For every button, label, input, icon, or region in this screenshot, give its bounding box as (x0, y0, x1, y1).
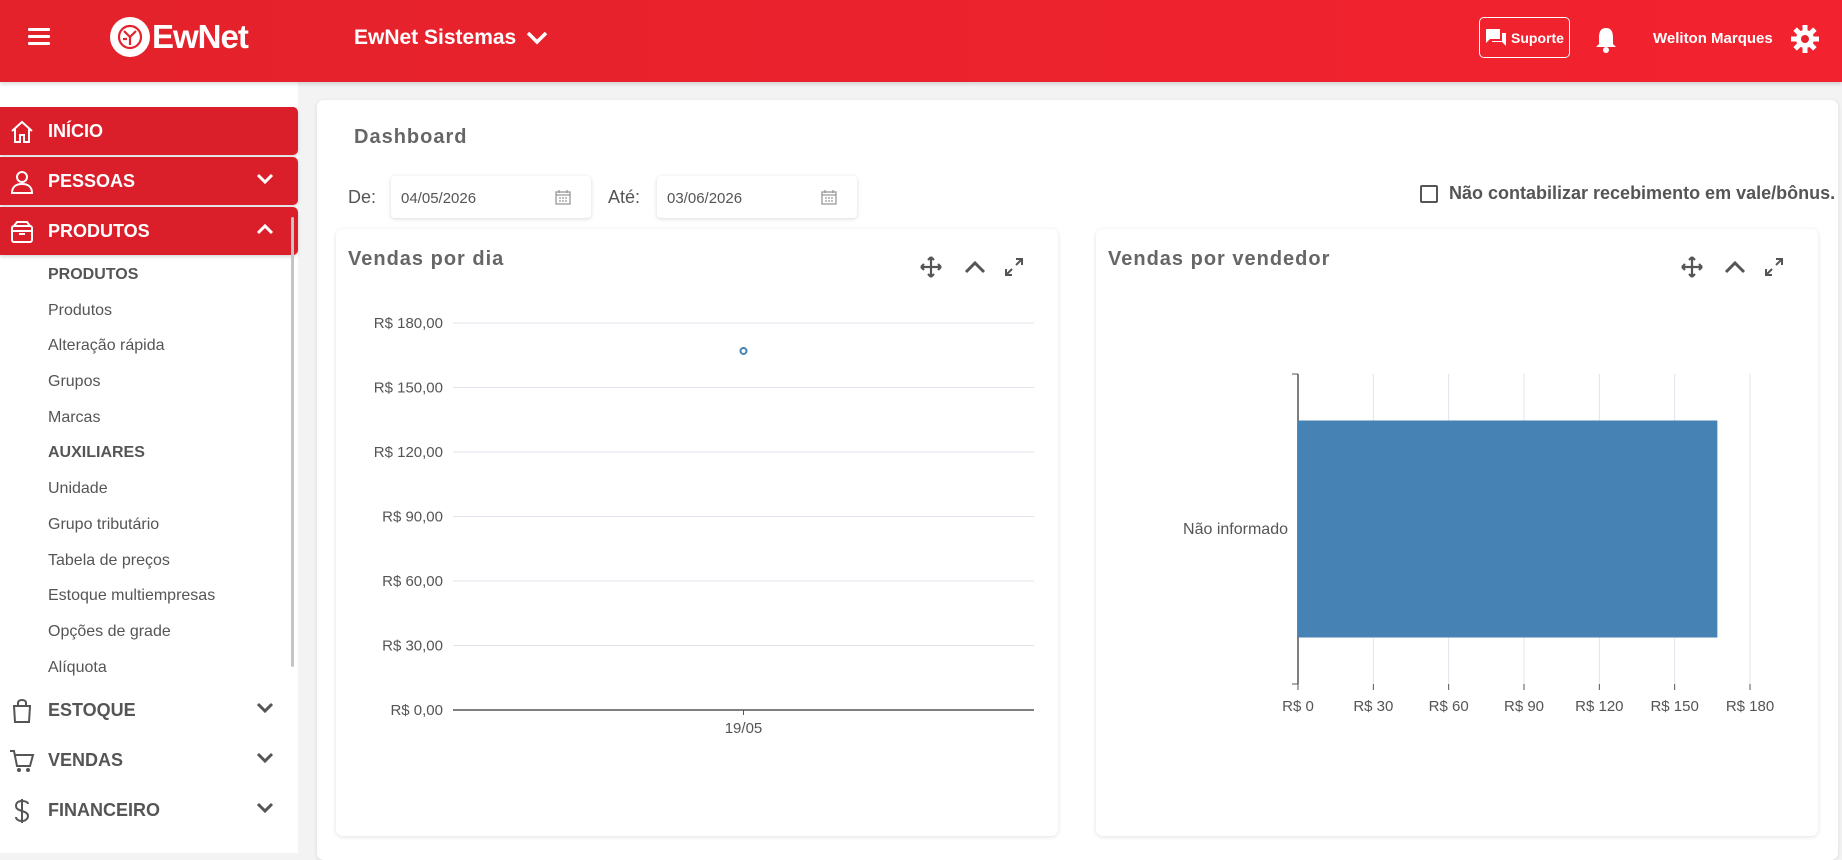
sidebar-subitem-grupo-tributario[interactable]: Grupo tributário (48, 516, 159, 534)
calendar-icon[interactable] (555, 189, 571, 205)
vale-bonus-label[interactable]: Não contabilizar recebimento em vale/bôn… (1449, 183, 1835, 204)
chevron-down-icon (527, 31, 548, 45)
bell-icon[interactable] (1594, 26, 1618, 59)
sidebar-label: VENDAS (48, 749, 124, 770)
calendar-icon[interactable] (821, 189, 837, 205)
logo-text: EwNet (152, 18, 249, 55)
sidebar-subitem-produtos[interactable]: Produtos (48, 302, 112, 320)
chevron-up-icon (256, 223, 274, 235)
home-icon (11, 120, 33, 143)
sidebar-item-produtos[interactable]: PRODUTOS (0, 207, 298, 255)
y-tick-label: Não informado (1183, 521, 1288, 538)
x-tick-label: R$ 150 (1650, 698, 1698, 715)
sidebar-label: ESTOQUE (48, 699, 136, 720)
sidebar-subitem-opcoes-de-grade[interactable]: Opções de grade (48, 623, 171, 641)
sidebar-subitem-alteracao-rapida[interactable]: Alteração rápida (48, 337, 165, 355)
sidebar-item-pessoas[interactable]: PESSOAS (0, 157, 298, 205)
chat-icon (1486, 28, 1507, 46)
date-to-value: 03/06/2026 (667, 190, 743, 207)
x-tick-label: R$ 90 (1504, 698, 1544, 715)
sidebar-subitem-tabela-de-precos[interactable]: Tabela de preços (48, 552, 170, 570)
sidebar-subitem-unidade[interactable]: Unidade (48, 480, 108, 498)
sidebar-label: PRODUTOS (48, 220, 150, 241)
y-tick-label: R$ 0,00 (390, 702, 443, 719)
y-tick-label: R$ 180,00 (374, 315, 443, 332)
company-selector[interactable]: EwNet Sistemas (354, 26, 548, 50)
person-icon (10, 171, 34, 194)
menu-icon[interactable] (28, 28, 50, 46)
box-icon (11, 221, 33, 243)
sidebar-subitem-estoque-multiempresas[interactable]: Estoque multiempresas (48, 587, 215, 605)
cart-icon (10, 750, 35, 772)
logo-mark-icon (110, 17, 150, 57)
x-tick-label: R$ 180 (1726, 698, 1774, 715)
sidebar-subitem-marcas[interactable]: Marcas (48, 409, 100, 427)
sidebar-subitem-aliquota[interactable]: Alíquota (48, 659, 107, 677)
support-label: Suporte (1511, 29, 1564, 46)
seller-sales-chart: R$ 0 R$ 30 R$ 60 R$ 90 R$ 120 R$ 150 R$ 180 Não… (1183, 373, 1774, 715)
y-tick-label: R$ 90,00 (382, 509, 443, 526)
page-title: Dashboard (354, 126, 468, 148)
bar (1298, 420, 1718, 638)
sidebar-item-inicio[interactable]: INÍCIO (0, 107, 298, 155)
expand-icon[interactable] (1004, 257, 1024, 277)
move-icon[interactable] (920, 256, 942, 278)
chevron-down-icon (256, 802, 274, 814)
expand-icon[interactable] (1764, 257, 1784, 277)
x-tick-label: R$ 60 (1429, 698, 1469, 715)
collapse-icon[interactable] (1724, 260, 1746, 274)
sidebar-item-financeiro[interactable]: FINANCEIRO (0, 786, 298, 834)
y-tick-label: R$ 150,00 (374, 380, 443, 397)
to-label: Até: (608, 187, 641, 207)
company-name: EwNet Sistemas (354, 26, 517, 49)
x-tick-label: R$ 120 (1575, 698, 1623, 715)
date-to-input[interactable]: 03/06/2026 (657, 176, 857, 218)
sidebar-item-vendas[interactable]: VENDAS (0, 736, 298, 784)
collapse-icon[interactable] (964, 260, 986, 274)
seller-sales-title: Vendas por vendedor (1108, 248, 1331, 270)
daily-sales-chart: R$ 0,00 R$ 30,00 R$ 60,00 R$ 90,00 R$ 120,00… (374, 315, 1034, 737)
from-label: De: (348, 187, 377, 207)
dollar-icon (14, 799, 30, 823)
y-tick-label: R$ 60,00 (382, 573, 443, 590)
date-from-value: 04/05/2026 (401, 190, 477, 207)
daily-sales-title: Vendas por dia (348, 248, 505, 270)
y-tick-label: R$ 120,00 (374, 444, 443, 461)
sidebar-label: FINANCEIRO (48, 799, 160, 820)
top-bar: EwNet EwNet Sistemas Suporte Weliton Mar… (0, 0, 1842, 82)
data-point (739, 346, 748, 355)
sidebar-label: PESSOAS (48, 170, 136, 191)
chevron-down-icon (256, 752, 274, 764)
chevron-down-icon (256, 173, 274, 185)
x-tick-label: 19/05 (725, 720, 763, 737)
sidebar-label: INÍCIO (48, 120, 104, 141)
sidebar-scrollbar[interactable] (291, 217, 294, 667)
sidebar-item-estoque[interactable]: ESTOQUE (0, 686, 298, 734)
date-from-input[interactable]: 04/05/2026 (391, 176, 591, 218)
x-tick-label: R$ 30 (1353, 698, 1393, 715)
move-icon[interactable] (1681, 256, 1703, 278)
sidebar-subheader-auxiliares: AUXILIARES (48, 444, 145, 461)
sidebar-subheader-produtos: PRODUTOS (48, 266, 139, 283)
y-tick-label: R$ 30,00 (382, 638, 443, 655)
user-name[interactable]: Weliton Marques (1653, 30, 1773, 47)
vale-bonus-checkbox[interactable] (1420, 185, 1438, 203)
logo[interactable]: EwNet (110, 16, 249, 58)
support-button[interactable]: Suporte (1479, 17, 1570, 58)
bag-icon (12, 698, 32, 723)
x-tick-label: R$ 0 (1282, 698, 1314, 715)
sidebar-subitem-grupos[interactable]: Grupos (48, 373, 100, 391)
gear-icon[interactable] (1791, 25, 1819, 58)
sidebar: INÍCIO PESSOAS PRODUTOS PRODUTOS Produto… (0, 82, 298, 853)
chevron-down-icon (256, 702, 274, 714)
